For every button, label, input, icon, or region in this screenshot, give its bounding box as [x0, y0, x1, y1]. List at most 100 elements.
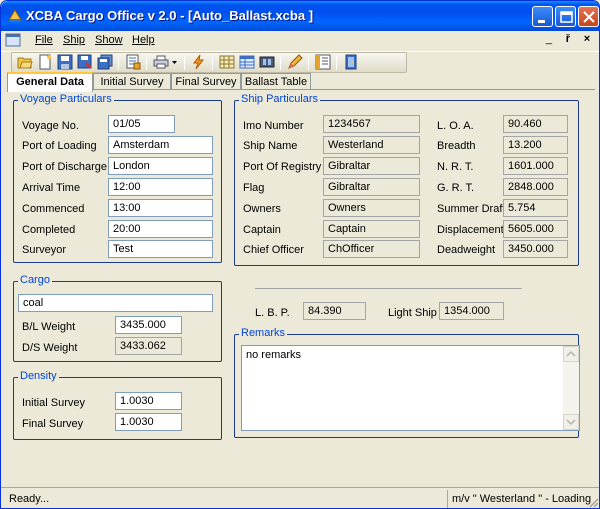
remarks-textarea[interactable]: no remarks — [241, 345, 580, 431]
loa-field: 90.460 — [503, 115, 568, 133]
light-ship-label: Light Ship — [388, 307, 437, 319]
save-all-button[interactable] — [96, 54, 115, 71]
ship-name-label: Ship Name — [243, 140, 298, 152]
grid-view-button[interactable] — [218, 54, 237, 71]
deadweight-label: Deadweight — [437, 244, 496, 256]
bl-weight-field[interactable]: 3435.000 — [115, 316, 182, 334]
open-button[interactable] — [16, 54, 35, 71]
surveyor-field[interactable]: Test — [108, 240, 213, 258]
initial-survey-density-field[interactable]: 1.0030 — [115, 392, 182, 410]
mdi-minimize-button[interactable]: _ — [541, 33, 557, 45]
properties-icon — [126, 54, 141, 70]
group-title: Density — [18, 370, 59, 382]
report-button[interactable] — [314, 54, 333, 71]
breadth-label: Breadth — [437, 140, 476, 152]
document-icon[interactable] — [5, 33, 21, 48]
new-document-icon — [39, 54, 51, 70]
print-icon — [153, 55, 177, 69]
tab-general-data[interactable]: General Data — [7, 72, 93, 92]
new-button[interactable] — [36, 54, 55, 71]
film-icon — [259, 56, 275, 68]
grt-label: G. R. T. — [437, 182, 475, 194]
chief-officer-label: Chief Officer — [243, 244, 304, 256]
arrival-time-field[interactable]: 12:00 — [108, 178, 213, 196]
menu-show[interactable]: Show — [95, 34, 123, 46]
toolbar-strip — [11, 52, 407, 73]
print-dropdown-button[interactable] — [152, 54, 180, 71]
table-view-button[interactable] — [238, 54, 257, 71]
group-title: Ship Particulars — [239, 93, 321, 105]
report-icon — [315, 54, 331, 70]
menu-ship[interactable]: Ship — [63, 34, 85, 46]
arrival-time-label: Arrival Time — [22, 182, 81, 194]
mdi-controls: _ ř × — [541, 33, 595, 45]
tab-label: Ballast Table — [244, 76, 308, 88]
scroll-down-button[interactable] — [563, 414, 579, 430]
mdi-restore-button[interactable]: ř — [560, 33, 576, 45]
bl-weight-label: B/L Weight — [22, 321, 76, 333]
owners-field: Owners — [323, 199, 420, 217]
port-of-loading-field[interactable]: Amsterdam — [108, 136, 213, 154]
tab-label: General Data — [16, 76, 84, 88]
menu-help[interactable]: Help — [132, 34, 155, 46]
deadweight-field: 3450.000 — [503, 240, 568, 258]
final-survey-density-field[interactable]: 1.0030 — [115, 413, 182, 431]
voyage-no-field[interactable]: 01/05 — [108, 115, 175, 133]
initial-survey-density-label: Initial Survey — [22, 397, 85, 409]
group-title: Voyage Particulars — [18, 93, 114, 105]
exit-button[interactable] — [342, 54, 361, 71]
film-view-button[interactable] — [258, 54, 277, 71]
port-of-registry-field: Gibraltar — [323, 157, 420, 175]
summer-draft-field: 5.754 — [503, 199, 568, 217]
save-all-icon — [97, 54, 113, 70]
final-survey-density-label: Final Survey — [22, 418, 84, 430]
title-bar[interactable]: XCBA Cargo Office v 2.0 - [Auto_Ballast.… — [1, 1, 599, 31]
scroll-up-button[interactable] — [563, 346, 579, 362]
voyage-no-label: Voyage No. — [22, 120, 79, 132]
imo-number-field: 1234567 — [323, 115, 420, 133]
lbp-label: L. B. P. — [255, 307, 290, 319]
remarks-text: no remarks — [246, 349, 302, 361]
port-of-discharge-label: Port of Discharge — [22, 161, 107, 173]
menu-file[interactable]: File — [35, 34, 53, 46]
save-as-button[interactable] — [76, 54, 95, 71]
toolbar-separator — [184, 56, 185, 70]
ds-weight-field: 3433.062 — [115, 337, 182, 355]
status-bar: Ready... m/v " Westerland " - Loading — [1, 487, 599, 508]
ship-name-field: Westerland — [323, 136, 420, 154]
edit-button[interactable] — [286, 54, 305, 71]
toolbar — [1, 51, 599, 73]
completed-field[interactable]: 20:00 — [108, 220, 213, 238]
captain-label: Captain — [243, 224, 281, 236]
chevron-up-icon — [566, 350, 576, 357]
remarks-scrollbar[interactable] — [563, 346, 579, 430]
commenced-field[interactable]: 13:00 — [108, 199, 213, 217]
properties-button[interactable] — [124, 54, 143, 71]
close-icon — [583, 11, 595, 23]
port-of-discharge-field[interactable]: London — [108, 157, 213, 175]
calculate-button[interactable] — [190, 54, 209, 71]
save-as-icon — [77, 54, 92, 69]
save-button[interactable] — [56, 54, 75, 71]
resize-grip-icon[interactable] — [587, 496, 599, 508]
maximize-button[interactable] — [555, 6, 576, 27]
completed-label: Completed — [22, 224, 76, 236]
imo-number-label: Imo Number — [243, 120, 304, 132]
lightning-icon — [193, 54, 205, 70]
mdi-close-button[interactable]: × — [579, 33, 595, 45]
close-button[interactable] — [578, 6, 599, 27]
flag-label: Flag — [243, 182, 265, 194]
table-icon — [239, 55, 255, 69]
exit-door-icon — [345, 54, 357, 70]
grt-field: 2848.000 — [503, 178, 568, 196]
toolbar-separator — [308, 56, 309, 70]
cargo-name-field[interactable]: coal — [18, 294, 213, 312]
summer-draft-label: Summer Draft — [437, 203, 506, 215]
displacement-field: 5605.000 — [503, 220, 568, 238]
toolbar-separator — [280, 56, 281, 70]
tab-label: Final Survey — [175, 76, 237, 88]
owners-label: Owners — [243, 203, 281, 215]
minimize-icon — [538, 20, 545, 23]
menu-bar: File Ship Show Help _ ř × — [1, 31, 599, 51]
minimize-button[interactable] — [532, 6, 553, 27]
